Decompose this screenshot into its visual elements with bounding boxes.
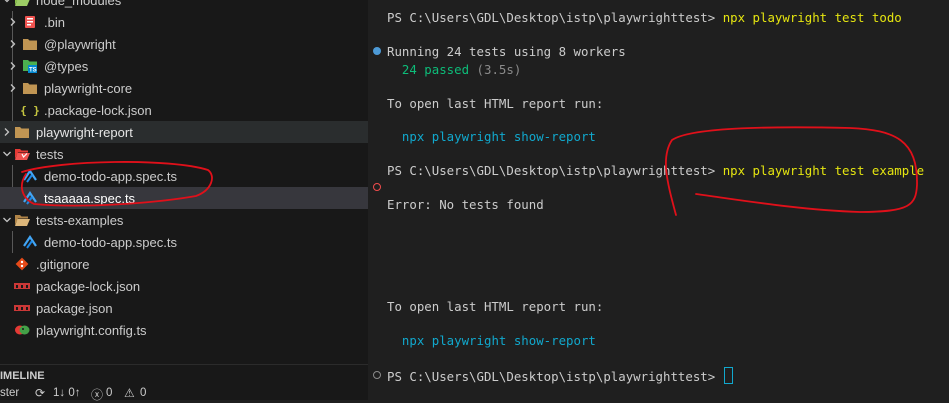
report-command: npx playwright show-report [401, 129, 596, 144]
tree-item-label: tsaaaaa.spec.ts [44, 190, 136, 206]
terminal-line: npx playwright show-report [387, 333, 596, 348]
tree-item-playwright-config[interactable]: playwright.config.ts [0, 319, 368, 341]
tree-item-tsaaaaa-spec[interactable]: tsaaaaa.spec.ts [0, 187, 368, 209]
tree-item-label: playwright-report [36, 124, 133, 140]
tree-item-package-json[interactable]: package.json [0, 297, 368, 319]
terminal-line: 24 passed (3.5s) [387, 62, 521, 77]
json-icon: { } [20, 103, 40, 117]
tree-item-package-lock[interactable]: package-lock.json [0, 275, 368, 297]
command-error-icon[interactable] [373, 183, 381, 191]
status-bar: ster ⟳ 1↓ 0↑ ⓧ 0 ⚠ 0 [0, 386, 368, 403]
chevron-right-icon [8, 83, 18, 93]
tree-item-demo-todo-app-spec[interactable]: demo-todo-app.spec.ts [0, 165, 368, 187]
svg-text:TS: TS [29, 68, 37, 74]
test-file-icon [22, 190, 38, 206]
passed-count: 24 passed [401, 62, 470, 77]
tree-item-label: node_modules [36, 0, 122, 8]
terminal-prompt: PS C:\Users\GDL\Desktop\istp\playwrightt… [387, 369, 723, 384]
tree-item-label: playwright-core [44, 80, 133, 96]
warning-icon[interactable]: ⚠ [124, 386, 135, 400]
tree-item-label: package.json [36, 300, 113, 316]
folder-icon [14, 124, 30, 140]
branch-name[interactable]: ster [0, 387, 19, 399]
tree-item-label: package-lock.json [36, 278, 141, 294]
chevron-down-icon [2, 215, 12, 225]
playwright-icon [14, 322, 30, 338]
tree-item-label: @playwright [44, 36, 116, 52]
tree-item-types[interactable]: TS @types [0, 55, 368, 77]
folder-open-icon [14, 212, 30, 228]
tree-item-playwright[interactable]: @playwright [0, 33, 368, 55]
chevron-down-icon [2, 0, 12, 5]
command-pending-icon[interactable] [373, 371, 381, 379]
npm-icon [14, 300, 30, 316]
test-file-icon [22, 234, 38, 250]
terminal-prompt: PS C:\Users\GDL\Desktop\istp\playwrightt… [387, 10, 723, 25]
terminal-line: To open last HTML report run: [387, 96, 604, 111]
explorer-panel: node_modules .bin @playwright TS @types … [0, 0, 368, 403]
sync-status[interactable]: 1↓ 0↑ [53, 387, 81, 399]
terminal-line: npx playwright show-report [387, 129, 596, 144]
error-icon[interactable]: ⓧ [91, 386, 103, 403]
tree-item-label: @types [44, 58, 89, 74]
terminal-prompt: PS C:\Users\GDL\Desktop\istp\playwrightt… [387, 163, 723, 178]
timeline-header[interactable]: IMELINE [0, 364, 368, 386]
tree-item-package-lock-hidden[interactable]: { } .package-lock.json [0, 99, 368, 121]
tree-item-bin[interactable]: .bin [0, 11, 368, 33]
terminal-cursor [723, 367, 733, 384]
duration: (3.5s) [469, 62, 522, 77]
terminal-command: npx playwright test todo [722, 10, 902, 25]
sync-icon[interactable]: ⟳ [35, 386, 45, 400]
tree-item-label: .bin [44, 14, 65, 30]
tree-item-tests-examples[interactable]: tests-examples [0, 209, 368, 231]
tree-item-label: tests [36, 146, 64, 162]
chevron-right-icon [8, 61, 18, 71]
terminal-line: Error: No tests found [387, 197, 544, 212]
folder-icon [22, 36, 38, 52]
report-command: npx playwright show-report [401, 333, 596, 348]
tree-item-label: tests-examples [36, 212, 124, 228]
folder-icon [22, 80, 38, 96]
ts-folder-icon: TS [22, 58, 38, 74]
tree-item-node-modules[interactable]: node_modules [0, 0, 368, 11]
tree-item-playwright-report[interactable]: playwright-report [0, 121, 368, 143]
terminal-panel[interactable]: PS C:\Users\GDL\Desktop\istp\playwrightt… [368, 0, 949, 400]
npm-icon [14, 278, 30, 294]
test-file-icon [22, 168, 38, 184]
git-icon [14, 256, 30, 272]
tree-item-label: playwright.config.ts [36, 322, 147, 338]
tree-item-label: .package-lock.json [44, 102, 152, 118]
chevron-right-icon [8, 39, 18, 49]
terminal-line: To open last HTML report run: [387, 299, 604, 314]
terminal-line: PS C:\Users\GDL\Desktop\istp\playwrightt… [387, 163, 924, 178]
terminal-line: PS C:\Users\GDL\Desktop\istp\playwrightt… [387, 10, 902, 25]
tree-item-label: demo-todo-app.spec.ts [44, 168, 177, 184]
error-count[interactable]: 0 [106, 387, 112, 399]
tree-item-tests[interactable]: tests [0, 143, 368, 165]
terminal-line: Running 24 tests using 8 workers [387, 44, 626, 59]
chevron-right-icon [2, 127, 12, 137]
terminal-line: PS C:\Users\GDL\Desktop\istp\playwrightt… [387, 367, 733, 384]
timeline-label: IMELINE [0, 369, 45, 382]
tree-item-label: demo-todo-app.spec.ts [44, 234, 177, 250]
terminal-command: npx playwright test example [722, 163, 925, 178]
folder-open-icon [14, 0, 30, 8]
tree-item-label: .gitignore [36, 256, 90, 272]
chevron-right-icon [8, 17, 18, 27]
command-success-icon[interactable] [373, 47, 381, 55]
test-folder-icon [14, 146, 30, 162]
tree-item-demo-todo-app-spec-examples[interactable]: demo-todo-app.spec.ts [0, 231, 368, 253]
tree-item-playwright-core[interactable]: playwright-core [0, 77, 368, 99]
warning-count[interactable]: 0 [140, 387, 146, 399]
chevron-down-icon [2, 149, 12, 159]
bin-folder-icon [22, 14, 38, 30]
tree-item-gitignore[interactable]: .gitignore [0, 253, 368, 275]
